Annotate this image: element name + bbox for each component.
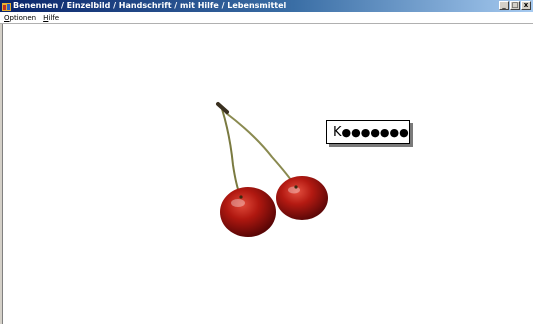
menu-hilfe[interactable]: Hilfe — [43, 14, 59, 22]
window-controls: _ □ x — [499, 1, 531, 10]
cherries-image — [200, 95, 340, 245]
word-hidden-letters: ●●●●●●● — [341, 125, 409, 139]
menu-divider — [0, 23, 533, 24]
minimize-button[interactable]: _ — [499, 1, 509, 10]
close-button[interactable]: x — [521, 1, 531, 10]
window-frame-left — [0, 24, 3, 324]
menu-optionen[interactable]: Optionen — [4, 14, 36, 22]
window-title: Benennen / Einzelbild / Handschrift / mi… — [13, 1, 287, 10]
app-icon — [2, 2, 11, 11]
maximize-button[interactable]: □ — [510, 1, 520, 10]
title-bar: Benennen / Einzelbild / Handschrift / mi… — [0, 0, 533, 12]
word-first-letter: K — [333, 124, 342, 140]
menu-bar: Optionen Hilfe — [0, 12, 533, 23]
word-prompt-box: K ●●●●●●● — [326, 120, 410, 144]
